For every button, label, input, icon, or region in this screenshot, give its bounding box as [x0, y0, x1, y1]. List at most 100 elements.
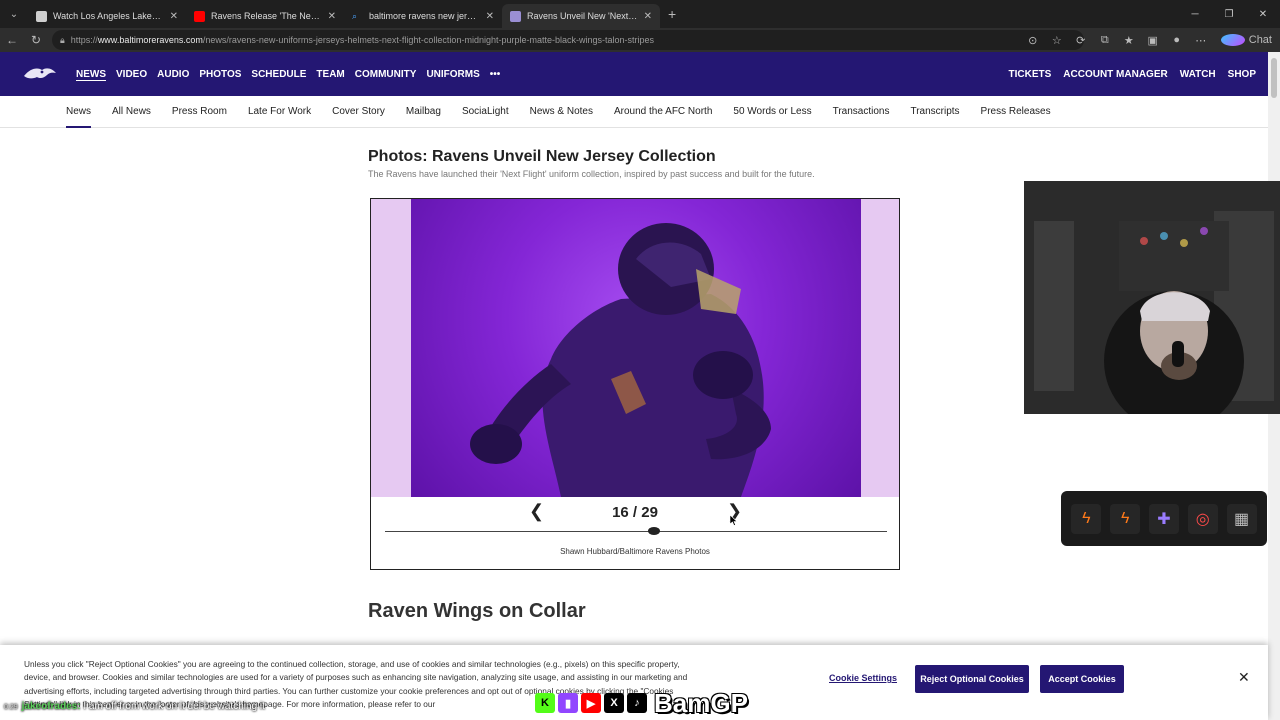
sub-nav: News All News Press Room Late For Work Cover… [0, 96, 1268, 128]
browser-tab[interactable]: ⌕ baltimore ravens new jerseys - Sea ✕ [344, 4, 502, 28]
url-host: www.baltimoreravens.com [97, 35, 203, 45]
stream-chat-message: 0:29 jakeofrades: I am off from work on i… [4, 701, 265, 712]
tab-title: Ravens Release 'The Next Flight' U [211, 11, 322, 21]
sub-nav-item[interactable]: SociaLight [462, 106, 509, 117]
sub-nav-item[interactable]: Transactions [833, 106, 890, 117]
sub-nav-item[interactable]: Mailbag [406, 106, 441, 117]
sub-nav-item[interactable]: News [66, 106, 92, 128]
close-window-icon[interactable]: ✕ [1246, 9, 1280, 20]
search-favicon-icon: ⌕ [352, 10, 358, 21]
browser-tab[interactable]: Ravens Release 'The Next Flight' U ✕ [186, 4, 344, 28]
url-field[interactable]: 🔒︎ https://www.baltimoreravens.com/news/… [52, 30, 1084, 50]
back-icon[interactable]: ← [0, 33, 24, 47]
page-subtitle: The Ravens have launched their 'Next Fli… [368, 169, 815, 179]
cookie-settings-link[interactable]: Cookie Settings [829, 673, 897, 683]
ravens-logo-icon[interactable] [22, 64, 58, 84]
tiktok-icon: ♪ [627, 693, 647, 713]
sub-nav-item[interactable]: Around the AFC North [614, 106, 712, 117]
reject-cookies-button[interactable]: Reject Optional Cookies [915, 665, 1029, 693]
sub-nav-item[interactable]: 50 Words or Less [733, 106, 811, 117]
gamepad-icon[interactable]: ✚ [1148, 503, 1179, 534]
new-tab-icon[interactable]: + [668, 6, 676, 22]
sub-nav-item[interactable]: Press Releases [981, 106, 1051, 117]
more-nav-icon[interactable]: ••• [490, 69, 511, 80]
split-icon[interactable]: ⧉ [1093, 34, 1117, 47]
minimize-icon[interactable]: ─ [1178, 9, 1212, 20]
main-nav-item[interactable]: TEAM [316, 69, 344, 80]
chat-text: I am off from work on it del be watching… [83, 701, 265, 712]
streamer-brand-overlay: K ▮ ▶ X ♪ BamGP [535, 688, 748, 718]
chat-time: 0:29 [4, 704, 18, 711]
mouse-cursor-icon [730, 515, 738, 526]
twitch-icon: ▮ [558, 693, 578, 713]
favorites-icon[interactable]: ★ [1117, 34, 1141, 47]
extensions-icon[interactable]: ⟳ [1069, 34, 1093, 47]
lock-icon: 🔒︎ [60, 34, 65, 45]
gallery-photo[interactable] [411, 199, 861, 497]
browser-tab-bar: ⌄ Watch Los Angeles Lakers vs Hous ✕ Rav… [0, 0, 1280, 28]
site-header: NEWS VIDEO AUDIO PHOTOS SCHEDULE TEAM COMMUNIT… [0, 52, 1268, 96]
lightning-icon[interactable]: ϟ [1110, 503, 1141, 534]
scrollbar-thumb[interactable] [1271, 58, 1277, 98]
youtube-favicon-icon [194, 10, 205, 22]
profile-avatar-icon[interactable]: ● [1165, 34, 1189, 46]
sub-nav-item[interactable]: All News [112, 106, 151, 117]
photo-counter: 16 / 29 [612, 504, 658, 521]
youtube-icon: ▶ [581, 693, 601, 713]
tab-title: Watch Los Angeles Lakers vs Hous [53, 11, 164, 21]
tab-title: baltimore ravens new jerseys - Sea [369, 11, 480, 21]
main-nav-item[interactable]: NEWS [76, 69, 106, 80]
copilot-chat-button[interactable]: Chat [1213, 34, 1280, 47]
right-nav-item[interactable]: ACCOUNT MANAGER [1063, 69, 1167, 80]
tab-list-menu-icon[interactable]: ⌄ [0, 0, 28, 28]
collections-icon[interactable]: ▣ [1141, 34, 1165, 47]
target-icon[interactable]: ◎ [1187, 503, 1218, 534]
brand-name: BamGP [654, 687, 748, 718]
chat-username: jakeofrades: [21, 701, 81, 712]
right-nav-item[interactable]: WATCH [1180, 69, 1216, 80]
ravens-favicon-icon [510, 10, 521, 22]
main-nav-item[interactable]: PHOTOS [199, 69, 241, 80]
photo-credit: Shawn Hubbard/Baltimore Ravens Photos [560, 547, 710, 556]
address-bar-row: ← ↻ 🔒︎ https://www.baltimoreravens.com/n… [0, 28, 1280, 52]
reload-icon[interactable]: ↻ [24, 33, 48, 47]
reader-icon[interactable]: ⊙ [1021, 34, 1045, 47]
copilot-icon [1220, 34, 1245, 47]
tab-close-icon[interactable]: ✕ [328, 11, 336, 22]
football-progress-icon[interactable] [647, 527, 660, 535]
sub-nav-item[interactable]: News & Notes [530, 106, 593, 117]
url-path: /news/ravens-new-uniforms-jerseys-helmet… [202, 35, 655, 45]
browser-tab-active[interactable]: Ravens Unveil New 'Next Flight' U ✕ [502, 4, 660, 28]
favorite-star-icon[interactable]: ☆ [1045, 34, 1069, 47]
x-icon: X [604, 693, 624, 713]
streamer-webcam [1024, 181, 1280, 414]
right-nav-item[interactable]: SHOP [1228, 69, 1256, 80]
right-nav-item[interactable]: TICKETS [1009, 69, 1052, 80]
main-nav-item[interactable]: UNIFORMS [426, 69, 479, 80]
window-controls: ─ ❐ ✕ [1178, 0, 1280, 28]
tab-close-icon[interactable]: ✕ [486, 11, 494, 22]
main-nav-item[interactable]: COMMUNITY [355, 69, 417, 80]
browser-tab[interactable]: Watch Los Angeles Lakers vs Hous ✕ [28, 4, 186, 28]
player-illustration [470, 223, 771, 497]
sub-nav-item[interactable]: Cover Story [332, 106, 385, 117]
stream-widget-bar: ϟ ϟ ✚ ◎ ▦ [1061, 491, 1267, 546]
main-nav-item[interactable]: VIDEO [116, 69, 147, 80]
restore-icon[interactable]: ❐ [1212, 9, 1246, 20]
more-menu-icon[interactable]: ⋯ [1189, 34, 1213, 47]
tab-close-icon[interactable]: ✕ [644, 11, 652, 22]
lightning-icon[interactable]: ϟ [1071, 503, 1102, 534]
close-icon[interactable]: ✕ [1238, 669, 1250, 686]
gallery-controls: ❮ 16 / 29 ❯ [371, 499, 899, 529]
sub-nav-item[interactable]: Transcripts [910, 106, 959, 117]
accept-cookies-button[interactable]: Accept Cookies [1040, 665, 1124, 693]
main-nav-item[interactable]: AUDIO [157, 69, 189, 80]
url-prefix: https:// [70, 35, 98, 45]
browser-toolbar: ⊙ ☆ ⟳ ⧉ ★ ▣ ● ⋯ Chat [1021, 28, 1280, 52]
slot-machine-icon[interactable]: ▦ [1226, 503, 1257, 534]
chat-label: Chat [1248, 33, 1272, 46]
tab-close-icon[interactable]: ✕ [170, 11, 178, 22]
sub-nav-item[interactable]: Press Room [172, 106, 227, 117]
main-nav-item[interactable]: SCHEDULE [251, 69, 306, 80]
sub-nav-item[interactable]: Late For Work [248, 106, 311, 117]
